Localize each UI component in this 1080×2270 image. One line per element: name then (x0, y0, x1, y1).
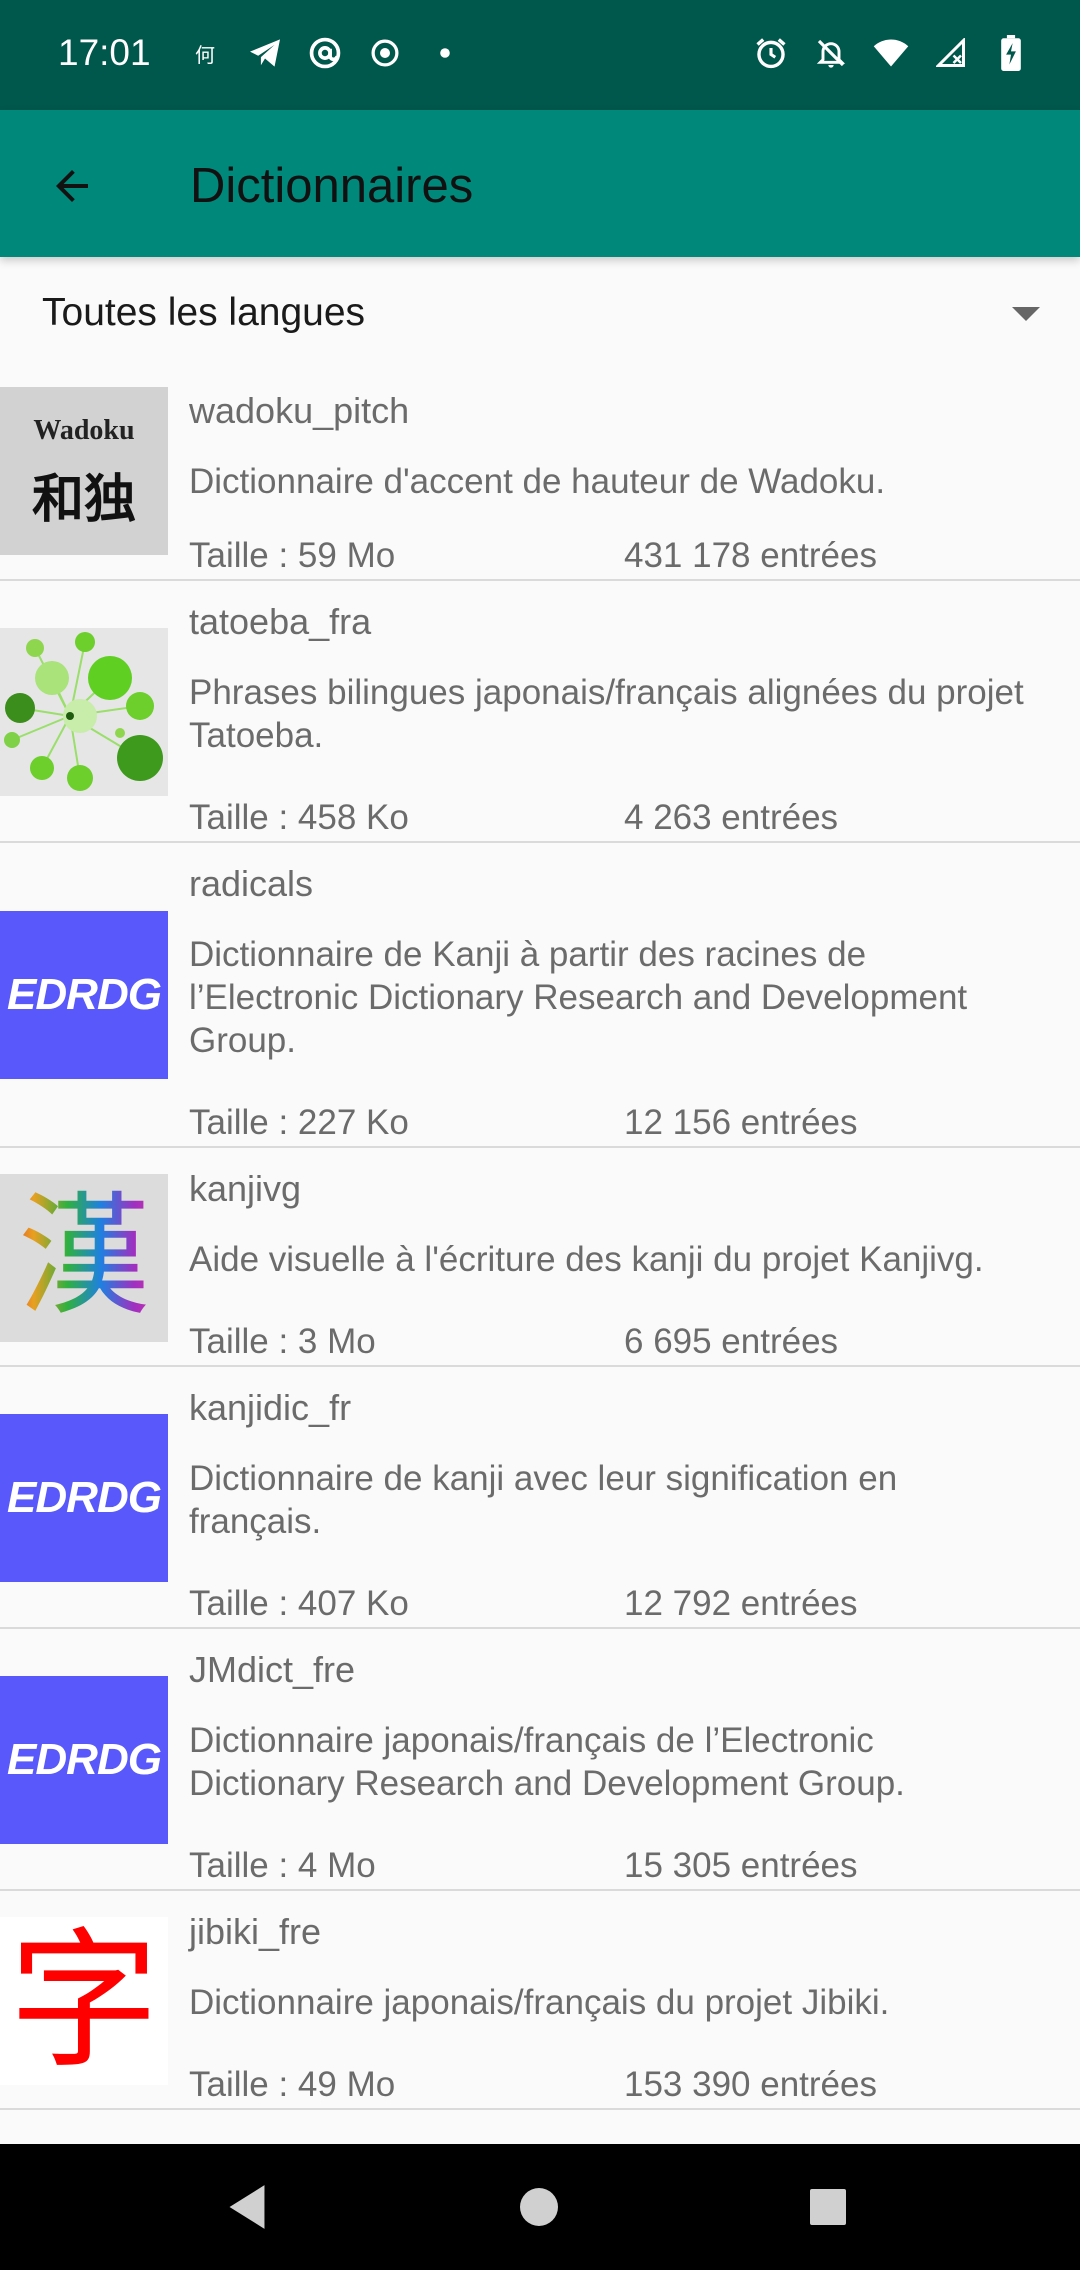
dictionary-item-kanjidic-fr[interactable]: EDRDG kanjidic_fr Dictionnaire de kanji … (0, 1367, 1080, 1629)
system-nav-bar (0, 2144, 1080, 2270)
page-title: Dictionnaires (190, 159, 474, 213)
dictionary-description: Dictionnaire de kanji avec leur signific… (189, 1459, 898, 1541)
alarm-icon (752, 34, 790, 72)
jibiki-logo-icon: 字 (0, 1917, 168, 2085)
record-icon (366, 34, 404, 72)
dictionary-item-tatoeba-fra[interactable]: tatoeba_fra Phrases bilingues japonais/f… (0, 581, 1080, 843)
edrdg-logo-icon: EDRDG (0, 911, 168, 1079)
arrow-back-icon (56, 170, 88, 202)
edrdg-logo-text: EDRDG (7, 1473, 162, 1522)
dictionary-item-radicals[interactable]: EDRDG radicals Dictionnaire de Kanji à p… (0, 843, 1080, 1148)
dictionary-description: Dictionnaire de Kanji à partir des racin… (189, 935, 968, 1060)
nav-recents-button[interactable] (795, 2174, 861, 2240)
dictionary-name: jibiki_fre (189, 1911, 322, 1952)
edrdg-logo-icon: EDRDG (0, 1676, 168, 1844)
dictionary-name: tatoeba_fra (189, 601, 372, 642)
status-bar: 17:01 何 (0, 0, 1080, 110)
dictionary-item-jmdict-fre[interactable]: EDRDG JMdict_fre Dictionnaire japonais/f… (0, 1629, 1080, 1891)
dictionary-entries: 15 305 entrées (624, 1846, 858, 1885)
nav-back-icon (229, 2185, 265, 2229)
wadoku-logo-kanji: 和独 (31, 471, 136, 529)
dictionary-description: Dictionnaire japonais/français de l’Elec… (189, 1721, 905, 1803)
status-left-icons: 何 (186, 34, 464, 72)
kanjivg-logo-icon: 漢 (0, 1174, 168, 1342)
dictionary-entries: 4 263 entrées (624, 798, 839, 837)
notifications-off-icon (812, 34, 850, 72)
dictionary-name: kanjidic_fr (189, 1387, 352, 1428)
language-filter-dropdown[interactable]: Toutes les langues (0, 257, 1080, 377)
nav-recents-icon (810, 2189, 846, 2225)
chinese-char-notification-icon: 何 (195, 44, 215, 67)
wadoku-logo-text: Wadoku (33, 415, 135, 446)
app-bar: Dictionnaires (0, 110, 1080, 257)
nav-back-button[interactable] (214, 2174, 280, 2240)
dictionary-name: JMdict_fre (189, 1649, 356, 1690)
dictionary-list: Wadoku 和独 wadoku_pitch Dictionnaire d'ac… (0, 370, 1080, 2110)
dictionary-description: Aide visuelle à l'écriture des kanji du … (189, 1240, 984, 1279)
dictionary-description: Dictionnaire d'accent de hauteur de Wado… (189, 462, 886, 501)
edrdg-logo-icon: EDRDG (0, 1414, 168, 1582)
dictionary-entries: 12 156 entrées (624, 1103, 858, 1142)
dictionary-entries: 12 792 entrées (624, 1584, 858, 1623)
dictionary-size: Taille : 4 Mo (189, 1846, 376, 1885)
dictionary-size: Taille : 407 Ko (189, 1584, 409, 1623)
dictionary-name: radicals (189, 863, 314, 904)
dictionary-description: Dictionnaire japonais/français du projet… (189, 1983, 890, 2022)
dictionary-size: Taille : 227 Ko (189, 1103, 409, 1142)
tatoeba-logo-icon (0, 628, 168, 796)
kanjivg-logo-kanji: 漢 (0, 1182, 168, 1332)
dictionary-item-kanjivg[interactable]: 漢 kanjivg Aide visuelle à l'écriture des… (0, 1148, 1080, 1367)
dictionary-size: Taille : 3 Mo (189, 1322, 376, 1361)
nav-home-icon (520, 2188, 558, 2226)
dictionary-size: Taille : 49 Mo (189, 2065, 396, 2104)
nav-home-button[interactable] (506, 2174, 572, 2240)
jibiki-logo-kanji: 字 (8, 1917, 159, 2085)
dictionary-size: Taille : 59 Mo (189, 536, 396, 575)
dictionary-name: wadoku_pitch (189, 390, 410, 431)
status-time: 17:01 (58, 32, 151, 73)
dictionary-item-jibiki-fre[interactable]: 字 jibiki_fre Dictionnaire japonais/franç… (0, 1891, 1080, 2110)
dot-icon (426, 34, 464, 72)
dictionary-entries: 6 695 entrées (624, 1322, 839, 1361)
at-sign-icon (306, 34, 344, 72)
wifi-icon (872, 34, 910, 72)
wadoku-logo-icon: Wadoku 和独 (0, 387, 168, 555)
dropdown-arrow-icon (1012, 307, 1040, 321)
language-filter-value: Toutes les langues (42, 291, 366, 334)
dictionary-entries: 431 178 entrées (624, 536, 877, 575)
battery-charging-icon (992, 34, 1030, 72)
telegram-icon (246, 34, 284, 72)
status-right-icons (752, 34, 1030, 72)
signal-icon (932, 34, 970, 72)
edrdg-logo-text: EDRDG (7, 1735, 162, 1784)
dictionary-name: kanjivg (189, 1168, 302, 1209)
edrdg-logo-text: EDRDG (7, 970, 162, 1019)
dictionary-item-wadoku-pitch[interactable]: Wadoku 和独 wadoku_pitch Dictionnaire d'ac… (0, 370, 1080, 581)
dictionary-description: Phrases bilingues japonais/français alig… (189, 673, 1024, 755)
dictionary-size: Taille : 458 Ko (189, 798, 409, 837)
dictionary-entries: 153 390 entrées (624, 2065, 877, 2104)
back-button[interactable] (30, 144, 114, 228)
